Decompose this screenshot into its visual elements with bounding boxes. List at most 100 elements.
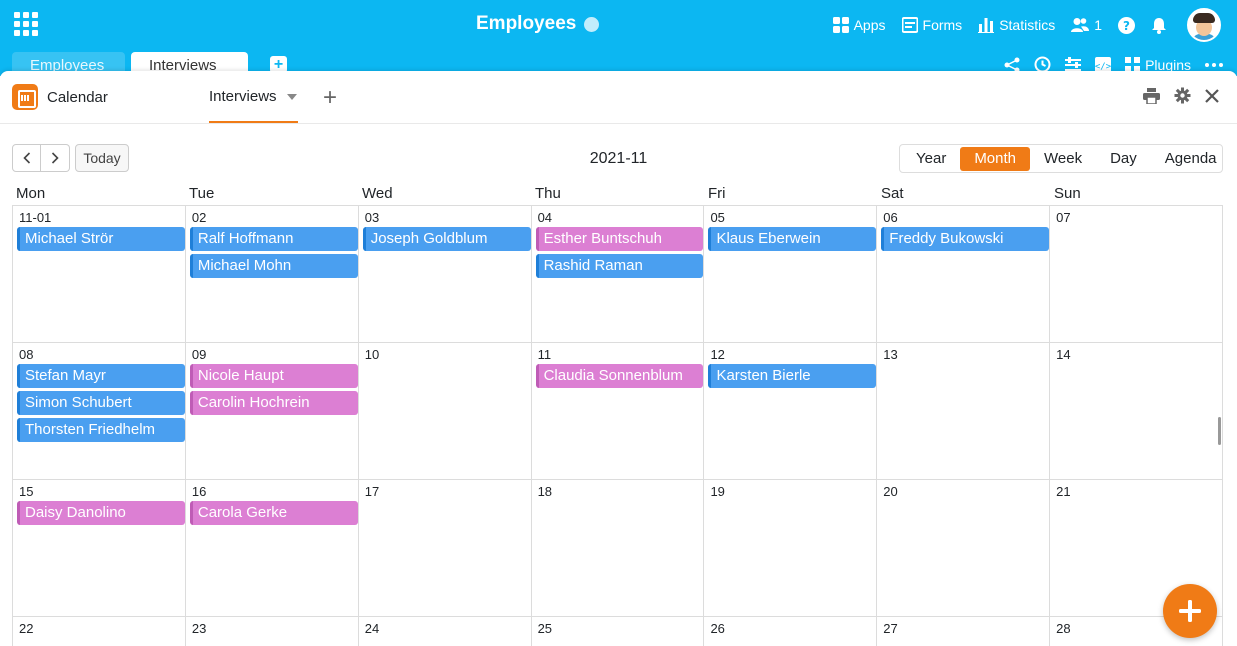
statistics-icon xyxy=(978,18,995,33)
calendar-event[interactable]: Esther Buntschuh xyxy=(535,227,704,251)
day-cell[interactable]: 16 Carola Gerke xyxy=(186,480,359,616)
day-cell[interactable]: 10 xyxy=(359,343,532,479)
day-cell[interactable]: 14 xyxy=(1050,343,1224,479)
day-number[interactable]: 04 xyxy=(538,210,552,225)
day-cell[interactable]: 23 xyxy=(186,617,359,646)
day-number[interactable]: 13 xyxy=(883,347,897,362)
help-button[interactable]: ? xyxy=(1118,16,1135,34)
day-number[interactable]: 24 xyxy=(365,621,379,636)
day-cell[interactable]: 05 Klaus Eberwein xyxy=(704,206,878,342)
calendar-event[interactable]: Claudia Sonnenblum xyxy=(535,364,704,388)
day-number[interactable]: 09 xyxy=(192,347,206,362)
weekday-label: Sun xyxy=(1054,185,1081,202)
calendar-event[interactable]: Freddy Bukowski xyxy=(881,227,1050,251)
day-cell[interactable]: 27 xyxy=(877,617,1051,646)
calendar-event[interactable]: Carolin Hochrein xyxy=(189,391,358,415)
day-number[interactable]: 14 xyxy=(1056,347,1070,362)
day-number[interactable]: 19 xyxy=(710,484,724,499)
day-cell[interactable]: 08 Stefan Mayr Simon Schubert Thorsten Frie… xyxy=(13,343,186,479)
day-number[interactable]: 26 xyxy=(710,621,724,636)
day-cell[interactable]: 20 xyxy=(877,480,1051,616)
add-event-button[interactable] xyxy=(1163,584,1217,638)
day-number[interactable]: 23 xyxy=(192,621,206,636)
day-cell[interactable]: 02 Ralf Hoffmann Michael Mohn xyxy=(186,206,359,342)
day-number[interactable]: 07 xyxy=(1056,210,1070,225)
day-number[interactable]: 05 xyxy=(710,210,724,225)
day-cell[interactable]: 13 xyxy=(877,343,1051,479)
day-number[interactable]: 11-01 xyxy=(19,210,51,225)
day-cell[interactable]: 07 xyxy=(1050,206,1224,342)
day-number[interactable]: 15 xyxy=(19,484,33,499)
calendar-event[interactable]: Stefan Mayr xyxy=(17,364,185,388)
day-number[interactable]: 27 xyxy=(883,621,897,636)
day-number[interactable]: 02 xyxy=(192,210,206,225)
statistics-button[interactable]: Statistics xyxy=(978,17,1055,33)
view-option-month[interactable]: Month xyxy=(960,146,1031,171)
day-number[interactable]: 25 xyxy=(538,621,552,636)
app-grid-icon[interactable] xyxy=(14,12,38,36)
view-option-year[interactable]: Year xyxy=(902,147,960,171)
day-number[interactable]: 17 xyxy=(365,484,379,499)
calendar-event[interactable]: Ralf Hoffmann xyxy=(189,227,358,251)
more-icon[interactable] xyxy=(1205,62,1223,67)
day-number[interactable]: 11 xyxy=(538,347,552,362)
calendar-event[interactable]: Karsten Bierle xyxy=(708,364,877,388)
notifications-button[interactable] xyxy=(1151,17,1167,34)
calendar-event[interactable]: Michael Mohn xyxy=(189,254,358,278)
calendar-event[interactable]: Carola Gerke xyxy=(189,501,358,525)
calendar-event[interactable]: Klaus Eberwein xyxy=(708,227,877,251)
chevron-down-icon[interactable] xyxy=(286,94,297,101)
day-number[interactable]: 18 xyxy=(538,484,552,499)
apps-button[interactable]: Apps xyxy=(832,17,886,33)
view-tab-interviews[interactable]: Interviews xyxy=(209,71,298,123)
day-cell[interactable]: 12 Karsten Bierle xyxy=(704,343,878,479)
base-info-icon[interactable] xyxy=(584,16,600,32)
view-option-agenda[interactable]: Agenda xyxy=(1151,147,1231,171)
day-events: Esther Buntschuh Rashid Raman xyxy=(535,227,704,281)
day-cell[interactable]: 25 xyxy=(532,617,705,646)
day-cell[interactable]: 19 xyxy=(704,480,878,616)
calendar-event[interactable]: Thorsten Friedhelm xyxy=(17,418,185,442)
day-cell[interactable]: 26 xyxy=(704,617,878,646)
view-option-week[interactable]: Week xyxy=(1030,147,1096,171)
week-row: 11-01 Michael Strör 02 Ralf Hoffmann Michael… xyxy=(12,205,1224,342)
day-cell[interactable]: 11-01 Michael Strör xyxy=(13,206,186,342)
view-option-day[interactable]: Day xyxy=(1096,147,1151,171)
day-cell[interactable]: 09 Nicole Haupt Carolin Hochrein xyxy=(186,343,359,479)
day-number[interactable]: 10 xyxy=(365,347,379,362)
day-number[interactable]: 08 xyxy=(19,347,33,362)
collaborators-button[interactable]: 1 xyxy=(1071,17,1102,33)
day-number[interactable]: 21 xyxy=(1056,484,1070,499)
day-number[interactable]: 28 xyxy=(1056,621,1070,636)
day-cell[interactable]: 18 xyxy=(532,480,705,616)
day-number[interactable]: 06 xyxy=(883,210,897,225)
user-avatar[interactable] xyxy=(1187,8,1221,42)
add-view-button[interactable]: + xyxy=(323,84,337,112)
day-number[interactable]: 22 xyxy=(19,621,33,636)
day-cell[interactable]: 22 xyxy=(13,617,186,646)
day-cell[interactable]: 24 xyxy=(359,617,532,646)
day-events: Joseph Goldblum xyxy=(362,227,531,254)
scrollbar-thumb[interactable] xyxy=(1218,417,1221,445)
calendar-event[interactable]: Rashid Raman xyxy=(535,254,704,278)
day-cell[interactable]: 06 Freddy Bukowski xyxy=(877,206,1051,342)
calendar-event[interactable]: Joseph Goldblum xyxy=(362,227,531,251)
day-number[interactable]: 03 xyxy=(365,210,379,225)
calendar-event[interactable]: Michael Strör xyxy=(17,227,185,251)
day-cell[interactable]: 04 Esther Buntschuh Rashid Raman xyxy=(532,206,705,342)
day-number[interactable]: 12 xyxy=(710,347,724,362)
day-cell[interactable]: 15 Daisy Danolino xyxy=(13,480,186,616)
weekday-label: Fri xyxy=(708,185,726,202)
calendar-event[interactable]: Simon Schubert xyxy=(17,391,185,415)
day-number[interactable]: 20 xyxy=(883,484,897,499)
day-cell[interactable]: 03 Joseph Goldblum xyxy=(359,206,532,342)
day-number[interactable]: 16 xyxy=(192,484,206,499)
calendar-event[interactable]: Nicole Haupt xyxy=(189,364,358,388)
forms-button[interactable]: Forms xyxy=(901,17,962,33)
close-icon[interactable] xyxy=(1205,88,1219,103)
day-cell[interactable]: 17 xyxy=(359,480,532,616)
day-cell[interactable]: 11 Claudia Sonnenblum xyxy=(532,343,705,479)
calendar-event[interactable]: Daisy Danolino xyxy=(17,501,185,525)
settings-gear-icon[interactable] xyxy=(1174,87,1191,104)
print-icon[interactable] xyxy=(1143,87,1160,104)
